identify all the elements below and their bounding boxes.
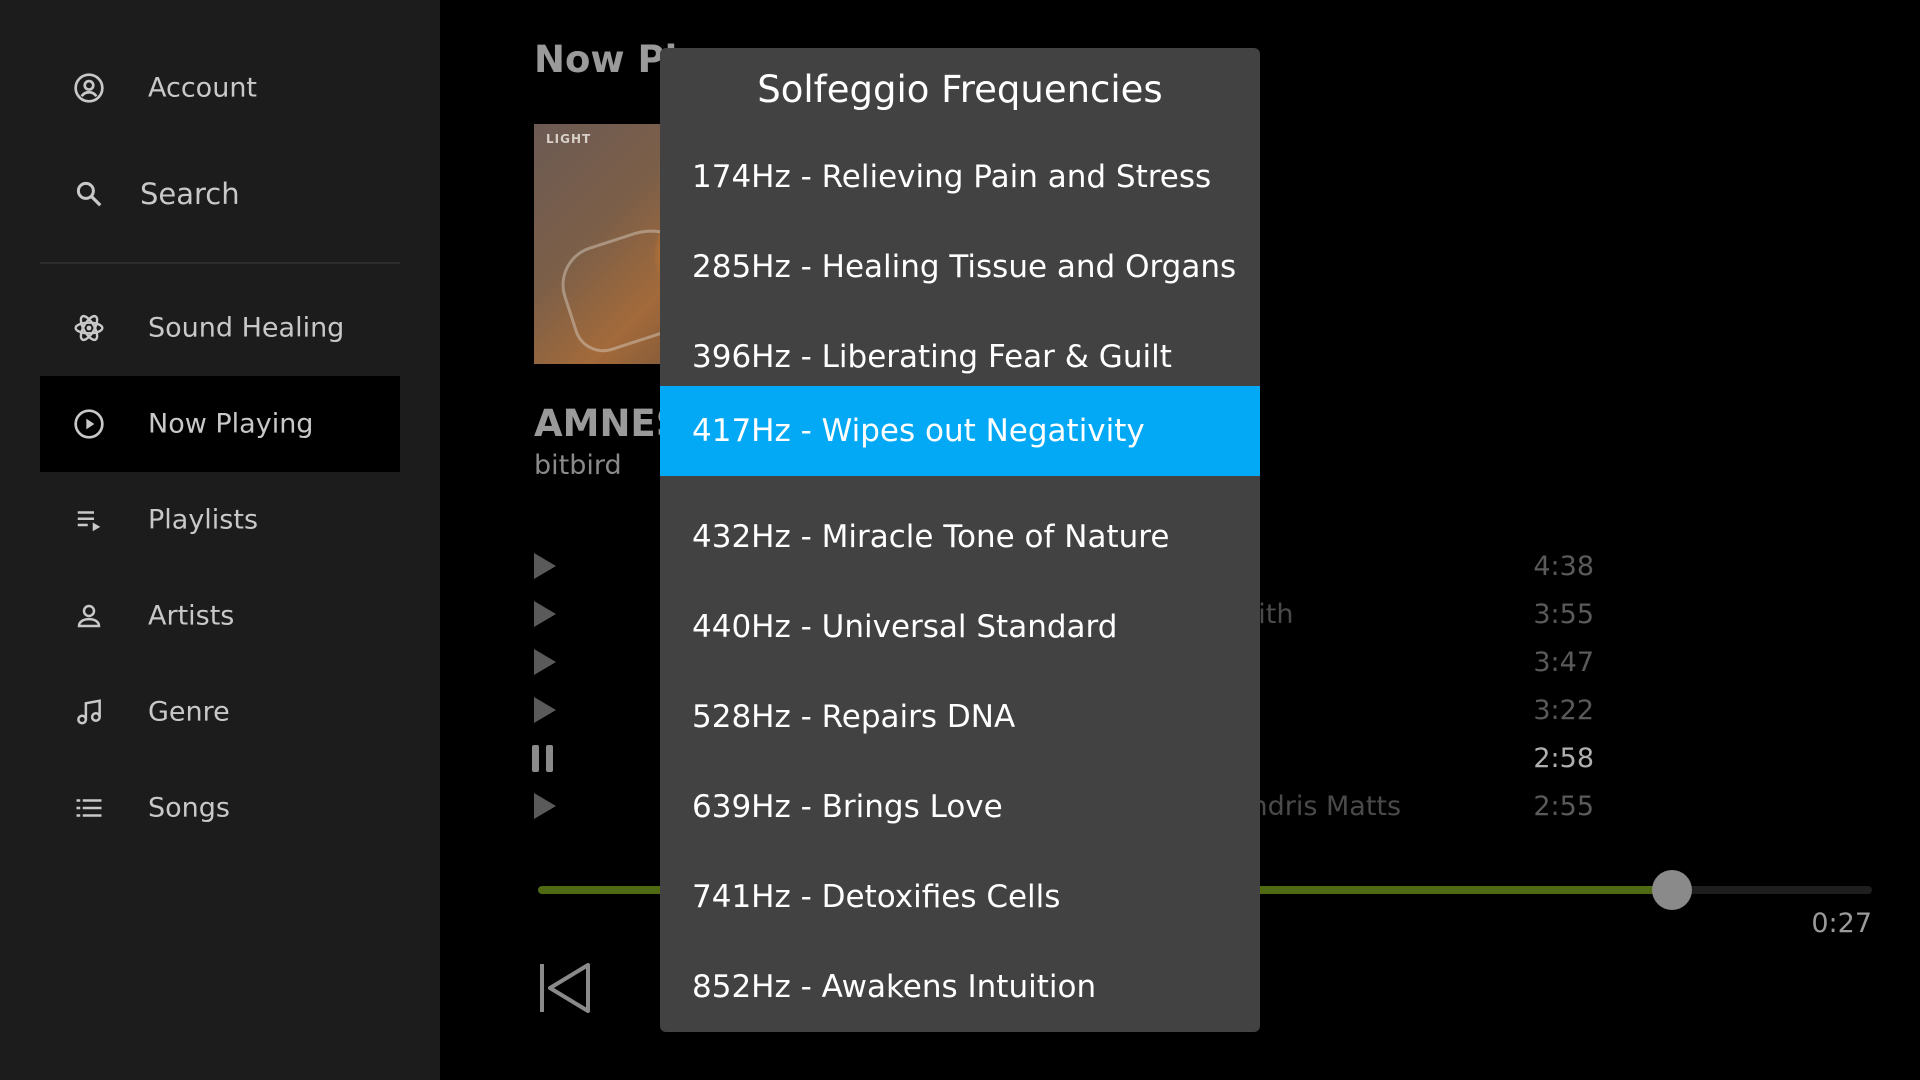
frequency-option[interactable]: 432Hz - Miracle Tone of Nature	[660, 492, 1260, 582]
frequency-option-label: 285Hz - Healing Tissue and Organs	[692, 249, 1237, 285]
sidebar-item-label: Artists	[148, 600, 235, 632]
frequency-option[interactable]: 285Hz - Healing Tissue and Organs	[660, 222, 1260, 312]
track-row-duration: 3:47	[1533, 647, 1594, 678]
dialog-title: Solfeggio Frequencies	[757, 68, 1163, 111]
frequency-option-label: 174Hz - Relieving Pain and Stress	[692, 159, 1212, 195]
track-row-duration: 3:55	[1533, 599, 1594, 630]
sidebar-item-search[interactable]: Search	[40, 146, 400, 242]
frequency-option[interactable]: 174Hz - Relieving Pain and Stress	[660, 132, 1260, 222]
frequency-option[interactable]: 417Hz - Wipes out Negativity	[660, 386, 1260, 476]
progress-knob[interactable]	[1651, 870, 1692, 910]
frequency-option-label: 852Hz - Awakens Intuition	[692, 969, 1097, 1005]
track-row-duration: 4:38	[1533, 551, 1594, 582]
play-icon[interactable]	[534, 697, 556, 723]
track-artist: bitbird	[534, 450, 622, 481]
sidebar-item-label: Now Playing	[148, 408, 314, 440]
frequency-option[interactable]: 852Hz - Awakens Intuition	[660, 942, 1260, 1032]
frequency-option[interactable]: 440Hz - Universal Standard	[660, 582, 1260, 672]
sidebar-item-genre[interactable]: Genre	[40, 664, 400, 760]
track-row-duration: 2:55	[1533, 791, 1594, 822]
frequency-option[interactable]: 741Hz - Detoxifies Cells	[660, 852, 1260, 942]
play-icon[interactable]	[534, 601, 556, 627]
solfeggio-frequency-dialog: Solfeggio Frequencies 174Hz - Relieving …	[660, 48, 1260, 1032]
album-art-logo: LIGHT	[546, 132, 592, 146]
sidebar-item-now-playing[interactable]: Now Playing	[40, 376, 400, 472]
sidebar-item-label: Search	[140, 177, 240, 211]
frequency-option-label: 741Hz - Detoxifies Cells	[692, 879, 1061, 915]
sidebar-item-account[interactable]: Account	[40, 40, 400, 136]
person-icon	[72, 599, 106, 633]
sidebar-item-sound-healing[interactable]: Sound Healing	[40, 280, 400, 376]
pause-icon[interactable]	[532, 745, 558, 773]
previous-track-button[interactable]	[538, 962, 592, 1014]
track-row-duration: 2:58	[1533, 743, 1594, 774]
sidebar-item-label: Sound Healing	[148, 312, 345, 344]
sidebar-divider	[40, 262, 400, 264]
music-note-icon	[72, 695, 106, 729]
track-row-duration: 3:22	[1533, 695, 1594, 726]
atom-icon	[72, 311, 106, 345]
sidebar-item-label: Genre	[148, 696, 230, 728]
play-icon[interactable]	[534, 649, 556, 675]
play-icon[interactable]	[534, 793, 556, 819]
skip-previous-icon	[540, 963, 590, 1013]
sidebar-item-label: Account	[148, 72, 258, 104]
elapsed-time: 0:27	[1811, 908, 1872, 939]
frequency-option-label: 396Hz - Liberating Fear & Guilt	[692, 339, 1172, 375]
sidebar-item-label: Playlists	[148, 504, 259, 536]
sidebar-item-artists[interactable]: Artists	[40, 568, 400, 664]
sidebar-item-playlists[interactable]: Playlists	[40, 472, 400, 568]
frequency-option-label: 432Hz - Miracle Tone of Nature	[692, 519, 1170, 555]
search-icon	[72, 177, 106, 211]
sidebar-item-label: Songs	[148, 792, 230, 824]
sidebar: Account Search Sound Healing Now Playing…	[0, 0, 440, 1080]
list-icon	[72, 791, 106, 825]
frequency-option[interactable]: 639Hz - Brings Love	[660, 762, 1260, 852]
frequency-option[interactable]: 528Hz - Repairs DNA	[660, 672, 1260, 762]
playlist-icon	[72, 503, 106, 537]
frequency-option-label: 440Hz - Universal Standard	[692, 609, 1118, 645]
account-circle-icon	[72, 71, 106, 105]
play-circle-icon	[72, 407, 106, 441]
frequency-option-label: 528Hz - Repairs DNA	[692, 699, 1016, 735]
frequency-option-label: 417Hz - Wipes out Negativity	[692, 413, 1145, 449]
sidebar-item-songs[interactable]: Songs	[40, 760, 400, 856]
frequency-option-label: 639Hz - Brings Love	[692, 789, 1003, 825]
play-icon[interactable]	[534, 553, 556, 579]
